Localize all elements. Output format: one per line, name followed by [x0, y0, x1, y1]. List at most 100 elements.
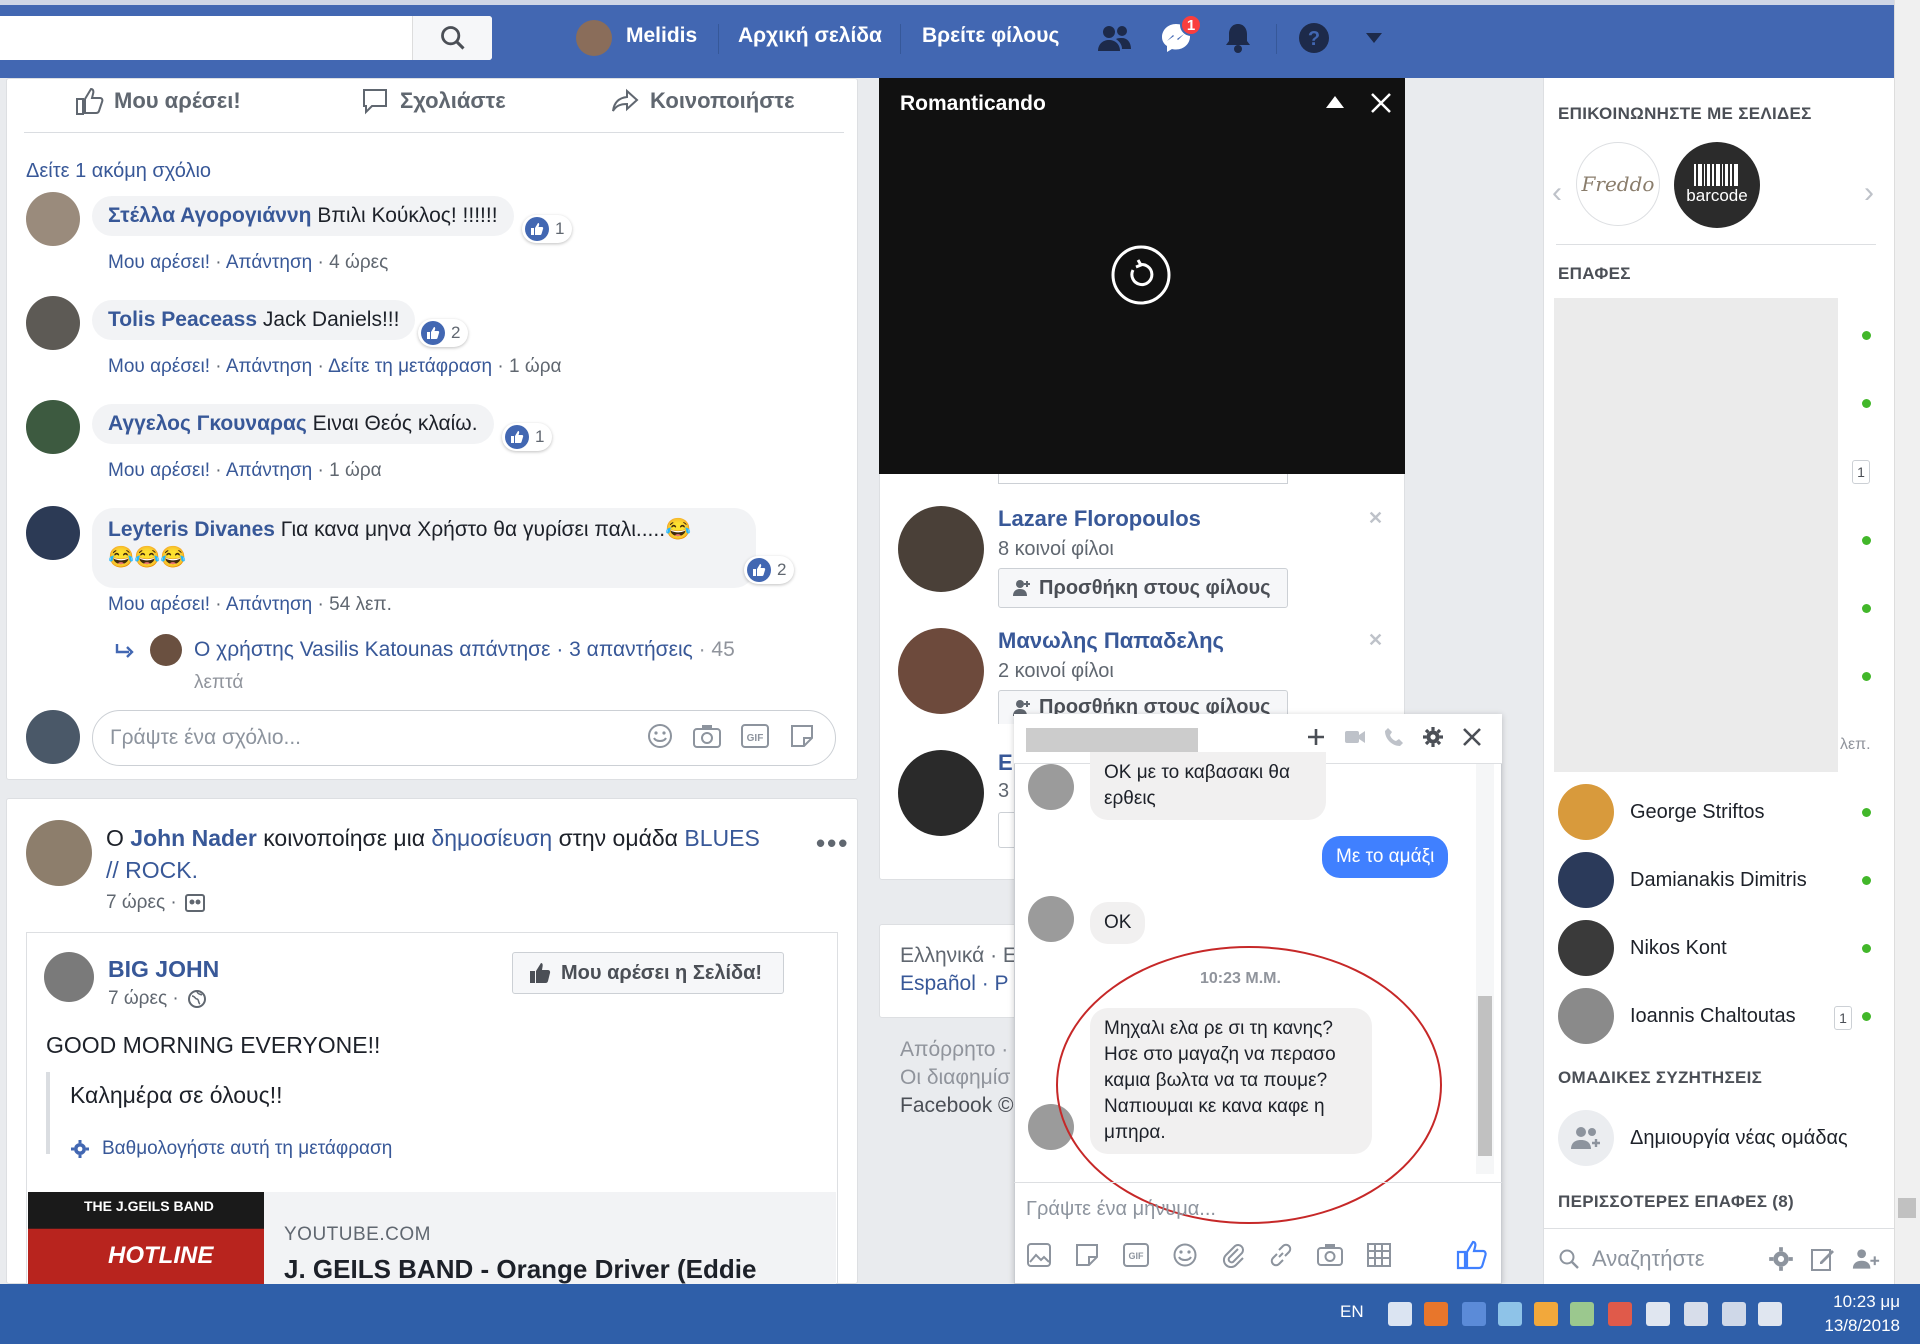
view-more-comments-link[interactable]: Δείτε 1 ακόμη σχόλιο — [26, 160, 211, 183]
suggestion-avatar[interactable] — [898, 628, 984, 714]
input-language[interactable]: EN — [1340, 1302, 1364, 1322]
tray-app-icon[interactable] — [1388, 1302, 1412, 1326]
comment-reply-link[interactable]: Απάντηση — [226, 594, 312, 615]
page-avatar[interactable] — [44, 952, 94, 1002]
action-center-flag-icon[interactable] — [1646, 1302, 1670, 1326]
camera-icon[interactable] — [1316, 1242, 1344, 1268]
gear-icon[interactable] — [1768, 1246, 1794, 1272]
commenter-avatar[interactable] — [26, 400, 80, 454]
suggestion-name[interactable]: Lazare Floropoulos — [998, 506, 1201, 532]
create-group-button[interactable]: Δημιουργία νέας ομάδας — [1558, 1110, 1848, 1166]
page-scrollbar[interactable] — [1894, 0, 1920, 1284]
post-options-button[interactable]: ••• — [816, 828, 849, 859]
comment-like-link[interactable]: Μου αρέσει! — [108, 356, 210, 377]
close-icon[interactable] — [1462, 727, 1482, 747]
comment-reaction-count[interactable]: 2 — [744, 556, 795, 584]
comment-like-link[interactable]: Μου αρέσει! — [108, 252, 210, 273]
phone-icon[interactable] — [1384, 727, 1404, 747]
comment-reply-link[interactable]: Απάντηση — [226, 356, 312, 377]
comment-author[interactable]: Στέλλα Αγορογιάννη — [108, 204, 311, 227]
page-scrollbar-thumb[interactable] — [1898, 1198, 1916, 1218]
tray-app-icon[interactable] — [1608, 1302, 1632, 1326]
tray-app-icon[interactable] — [1462, 1302, 1486, 1326]
profile-avatar[interactable] — [576, 20, 612, 56]
group-link-cont[interactable]: // ROCK. — [106, 854, 198, 886]
contact-item[interactable]: Nikos Kont — [1558, 920, 1727, 976]
chat-message-input[interactable]: Γράψτε ένα μήνυμα... — [1026, 1198, 1216, 1221]
network-icon[interactable] — [1722, 1302, 1746, 1326]
poster-avatar[interactable] — [26, 820, 92, 886]
comment-author[interactable]: Leyteris Divanes — [108, 518, 275, 541]
home-link[interactable]: Αρχική σελίδα — [738, 24, 882, 48]
page-name-link[interactable]: BIG JOHN — [108, 956, 219, 983]
comment-like-link[interactable]: Μου αρέσει! — [108, 460, 210, 481]
comment-like-link[interactable]: Μου αρέσει! — [108, 594, 210, 615]
gif-icon[interactable]: GIF — [740, 722, 770, 750]
photo-icon[interactable] — [1026, 1242, 1052, 1268]
camera-icon[interactable] — [692, 722, 722, 750]
link-title[interactable]: J. GEILS BAND - Orange Driver (Eddie — [284, 1254, 756, 1285]
gif-icon[interactable]: GIF — [1122, 1242, 1150, 1268]
grid-icon[interactable] — [1366, 1242, 1392, 1268]
language-link[interactable]: Ελληνικά · E — [900, 944, 1017, 967]
more-contacts-link[interactable]: ΠΕΡΙΣΣΟΤΕΡΕΣ ΕΠΑΦΕΣ (8) — [1558, 1192, 1794, 1212]
comment-author[interactable]: Tolis Peaceass — [108, 308, 257, 331]
find-friends-link[interactable]: Βρείτε φίλους — [922, 24, 1059, 48]
link-thumbnail[interactable]: THE J.GEILS BAND HOTLINE — [28, 1192, 264, 1284]
pages-next-button[interactable]: › — [1864, 176, 1874, 210]
add-person-icon[interactable] — [1306, 727, 1326, 747]
comment-author[interactable]: Αγγελος Γκουναρας — [108, 412, 307, 435]
new-message-icon[interactable] — [1810, 1246, 1836, 1272]
suggestion-avatar[interactable] — [898, 750, 984, 836]
like-button[interactable]: Μου αρέσει! — [74, 86, 241, 116]
video-minimize-button[interactable] — [1326, 96, 1344, 108]
profile-link[interactable]: Melidis — [626, 24, 697, 48]
link-icon[interactable] — [1268, 1242, 1294, 1268]
post-author-link[interactable]: John Nader — [130, 825, 257, 851]
sticker-icon[interactable] — [1074, 1242, 1100, 1268]
send-like-button[interactable] — [1456, 1240, 1488, 1270]
emoji-icon[interactable] — [1172, 1242, 1198, 1268]
page-barcode[interactable]: barcode — [1674, 142, 1760, 228]
tray-app-icon[interactable] — [1424, 1302, 1448, 1326]
commenter-avatar[interactable] — [26, 506, 80, 560]
system-clock[interactable]: 10:23 μμ 13/8/2018 — [1800, 1290, 1900, 1338]
tray-app-icon[interactable] — [1534, 1302, 1558, 1326]
sticker-icon[interactable] — [788, 722, 816, 750]
suggestion-name[interactable]: E — [998, 750, 1013, 776]
contact-search-input[interactable]: Αναζητήστε — [1558, 1246, 1705, 1272]
tray-app-icon[interactable] — [1570, 1302, 1594, 1326]
contact-item[interactable]: Ioannis Chaltoutas — [1558, 988, 1796, 1044]
contact-item[interactable]: Damianakis Dimitris — [1558, 852, 1807, 908]
rate-translation-link[interactable]: Βαθμολογήστε αυτή τη μετάφραση — [70, 1138, 392, 1160]
create-room-icon[interactable] — [1852, 1246, 1880, 1272]
search-button[interactable] — [412, 16, 492, 60]
video-call-icon[interactable] — [1344, 729, 1366, 745]
comment-reaction-count[interactable]: 1 — [522, 215, 573, 243]
account-menu-button[interactable] — [1354, 18, 1394, 58]
commenter-avatar[interactable] — [26, 192, 80, 246]
pages-prev-button[interactable]: ‹ — [1552, 176, 1562, 210]
comment-reply-link[interactable]: Απάντηση — [226, 252, 312, 273]
help-button[interactable]: ? — [1294, 18, 1334, 58]
chat-scrollbar-thumb[interactable] — [1478, 996, 1492, 1156]
comment-reaction-count[interactable]: 2 — [418, 319, 469, 347]
ads-link[interactable]: Οι διαφημίσ — [900, 1064, 1014, 1092]
tray-app-icon[interactable] — [1498, 1302, 1522, 1326]
emoji-icon[interactable] — [646, 722, 674, 750]
notifications-button[interactable] — [1218, 18, 1258, 58]
post-link[interactable]: δημοσίευση — [431, 825, 552, 851]
comment-reply-link[interactable]: Απάντηση — [226, 460, 312, 481]
video-close-button[interactable] — [1370, 92, 1392, 114]
share-button[interactable]: Κοινοποιήστε — [610, 86, 795, 116]
page-freddo[interactable]: Freddo — [1576, 142, 1660, 226]
language-link[interactable]: Español · P — [900, 972, 1009, 996]
comment-reaction-count[interactable]: 1 — [502, 423, 553, 451]
commenter-avatar[interactable] — [26, 296, 80, 350]
suggestion-avatar[interactable] — [898, 506, 984, 592]
add-friend-button[interactable]: Προσθήκη στους φίλους — [998, 568, 1288, 608]
see-translation-link[interactable]: Δείτε τη μετάφραση — [328, 356, 492, 377]
attachment-icon[interactable] — [1220, 1242, 1246, 1268]
like-page-button[interactable]: Μου αρέσει η Σελίδα! — [512, 952, 784, 994]
dismiss-suggestion-button[interactable]: ✕ — [1368, 630, 1383, 651]
